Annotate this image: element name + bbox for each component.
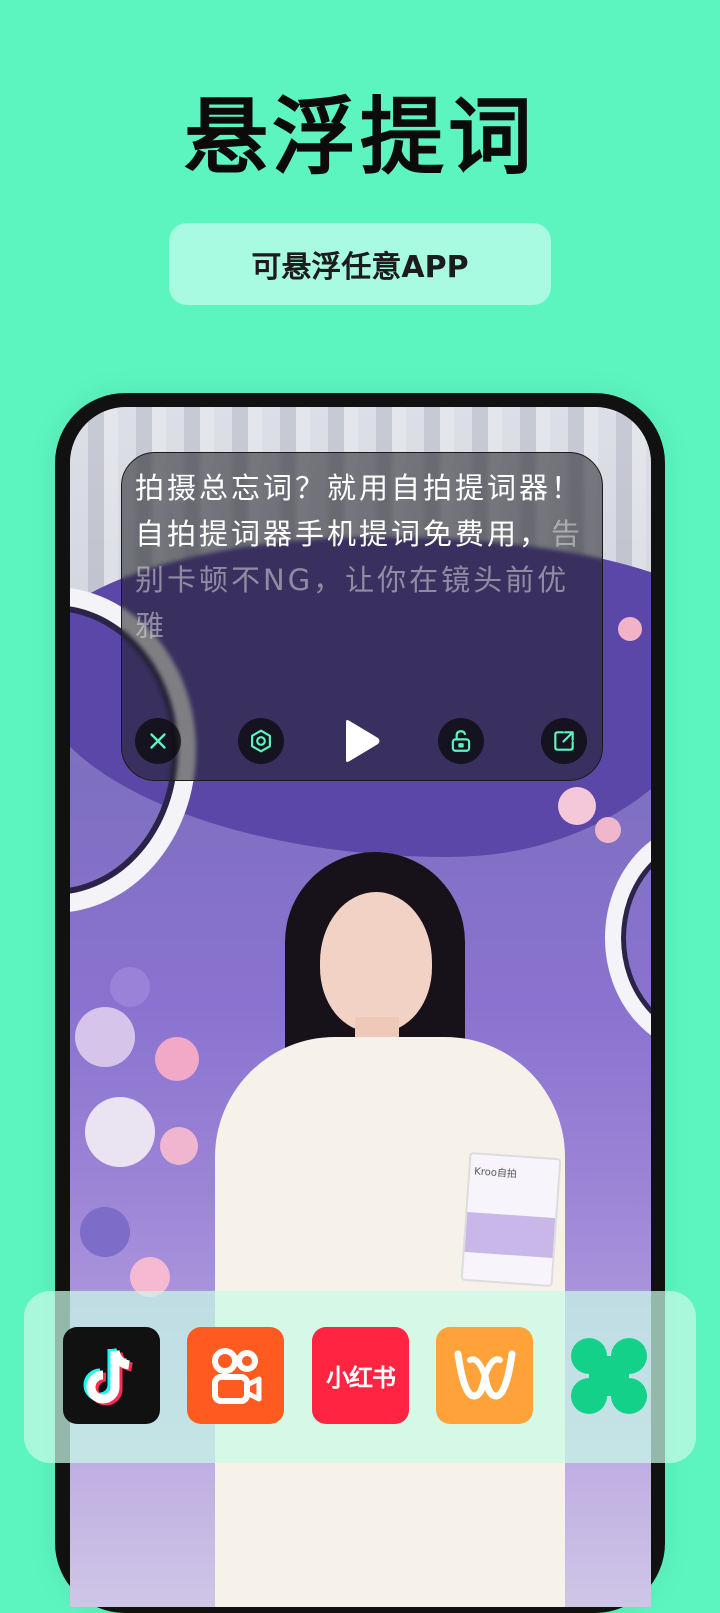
flower-decoration <box>85 1097 155 1167</box>
douyin-app[interactable] <box>63 1327 160 1424</box>
teleprompter-overlay[interactable]: 拍摄总忘词？就用自拍提词器！自拍提词器手机提词免费用，告别卡顿不NG，让你在镜头… <box>121 452 603 781</box>
xiaohongshu-app[interactable]: 小红书 <box>312 1327 409 1424</box>
app-dock: 小红书 <box>24 1291 696 1463</box>
flower-decoration <box>558 787 596 825</box>
lock-button[interactable] <box>438 718 484 764</box>
subtitle-badge: 可悬浮任意APP <box>169 223 551 305</box>
flower-decoration <box>160 1127 198 1165</box>
flower-decoration <box>155 1037 199 1081</box>
flower-decoration <box>80 1207 130 1257</box>
flower-decoration <box>595 817 621 843</box>
flower-decoration <box>75 1007 135 1067</box>
play-button[interactable] <box>336 716 386 766</box>
script-read-text: 拍摄总忘词？就用自拍提词器！自拍提词器手机提词免费用， <box>135 471 584 551</box>
app-w-icon <box>454 1350 515 1399</box>
close-button[interactable] <box>135 718 181 764</box>
w-app[interactable] <box>436 1327 533 1424</box>
ring-light-right <box>605 822 651 1054</box>
product-label: Kroo自拍 <box>473 1166 518 1181</box>
lock-icon <box>451 730 471 752</box>
product-band <box>464 1211 556 1258</box>
kuaishou-app[interactable] <box>187 1327 284 1424</box>
xiaohongshu-app-icon: 小红书 <box>326 1364 396 1392</box>
kuaishou-app-icon <box>211 1347 261 1404</box>
flower-decoration <box>618 617 642 641</box>
clover-app[interactable] <box>560 1327 657 1424</box>
page-title: 悬浮提词 <box>183 88 536 186</box>
douyin-app-icon <box>83 1347 133 1405</box>
settings-button[interactable] <box>238 718 284 764</box>
expand-button[interactable] <box>541 718 587 764</box>
flower-decoration <box>110 967 150 1007</box>
teleprompter-script: 拍摄总忘词？就用自拍提词器！自拍提词器手机提词免费用，告别卡顿不NG，让你在镜头… <box>135 465 595 649</box>
play-icon <box>346 720 380 762</box>
presenter-face <box>320 892 432 1032</box>
expand-icon <box>554 731 574 751</box>
clover-app-icon <box>570 1337 647 1414</box>
product-box: Kroo自拍 <box>460 1151 562 1288</box>
subtitle-text: 可悬浮任意APP <box>251 250 469 285</box>
close-icon <box>150 733 166 749</box>
settings-icon <box>251 729 271 753</box>
